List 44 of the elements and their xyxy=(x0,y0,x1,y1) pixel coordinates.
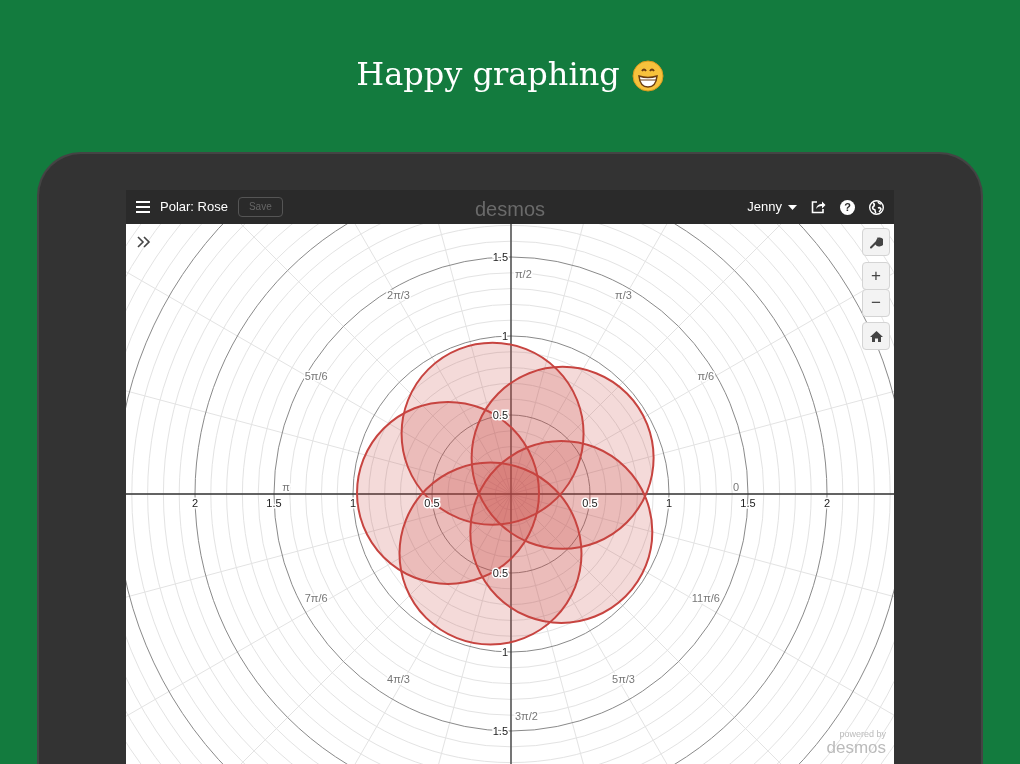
headline: Happy graphing xyxy=(356,54,620,94)
logo-text: desmos xyxy=(475,197,545,222)
graph-title: Polar: Rose xyxy=(160,198,228,217)
angle-label: 5π/6 xyxy=(304,370,328,382)
axis-tick-label: 1 xyxy=(501,646,508,658)
watermark-caption: powered by xyxy=(838,730,886,739)
globe-icon[interactable] xyxy=(869,199,884,215)
axis-tick-label: 0.5 xyxy=(492,409,508,421)
help-button[interactable]: ? xyxy=(840,199,855,215)
axis-tick-label: 0.5 xyxy=(424,497,440,509)
settings-button[interactable] xyxy=(862,228,890,256)
angle-label: 3π/2 xyxy=(515,710,538,722)
axis-tick-label: 2 xyxy=(823,497,831,509)
user-menu[interactable]: Jenny xyxy=(747,197,797,217)
caret-icon xyxy=(788,204,797,210)
angle-label: 4π/3 xyxy=(387,673,410,686)
angle-label: 0 xyxy=(732,481,740,493)
home-button[interactable] xyxy=(862,322,890,350)
axis-tick-label: 1 xyxy=(501,330,508,342)
angle-label: 2π/3 xyxy=(387,288,410,301)
axis-tick-label: 2 xyxy=(191,497,199,509)
angle-label: π/6 xyxy=(697,370,715,382)
axis-tick-label: 1.5 xyxy=(740,497,756,509)
zoom-out-button[interactable]: − xyxy=(862,289,890,317)
angle-label: π/3 xyxy=(615,288,632,301)
home-icon xyxy=(869,330,883,342)
axis-tick-label: 1 xyxy=(349,497,357,509)
angle-label: 11π/6 xyxy=(691,592,720,604)
expand-icon[interactable] xyxy=(137,236,151,248)
grinning-emoji-icon xyxy=(631,60,664,92)
angle-label: π xyxy=(282,481,290,493)
axis-tick-label: 0.5 xyxy=(582,497,598,509)
menu-icon[interactable] xyxy=(136,201,150,213)
share-icon[interactable] xyxy=(811,200,826,214)
axis-tick-label: 1 xyxy=(665,497,673,509)
axis-tick-label: 1.5 xyxy=(492,251,508,263)
axis-tick-label: 0.5 xyxy=(492,567,508,579)
watermark-logo: desmos xyxy=(826,739,886,756)
axis-tick-label: 1.5 xyxy=(266,497,282,509)
angle-label: π/2 xyxy=(515,268,532,280)
axis-tick-label: 1.5 xyxy=(492,725,508,737)
angle-label: 7π/6 xyxy=(304,592,328,604)
zoom-in-button[interactable]: + xyxy=(862,262,890,290)
angle-label: 5π/3 xyxy=(612,673,635,686)
